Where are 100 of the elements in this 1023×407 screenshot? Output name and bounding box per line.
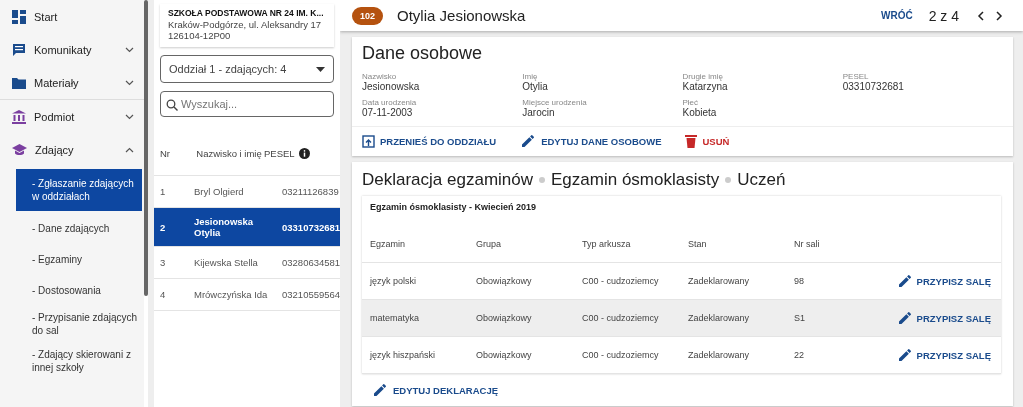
dropdown-caret-icon (316, 66, 325, 72)
nav-subitem[interactable]: - Dostosowania (16, 276, 142, 304)
count-badge: 102 (352, 6, 384, 25)
field-value: 07-11-2003 (362, 107, 414, 118)
nav-item[interactable]: Podmiot (0, 100, 144, 133)
table-cell: 03210559564 (282, 289, 341, 300)
table-cell-text: C00 - cudzoziemcy (582, 276, 660, 286)
section-subtitle: Egzamin ósmoklasisty - Kwiecień 2019 (369, 201, 538, 214)
table-cell-text: 2 (160, 221, 167, 233)
folder-icon (12, 76, 26, 89)
scrollbar[interactable] (144, 0, 148, 296)
table-cell-text: C00 - cudzoziemcy (582, 313, 660, 323)
graduation-cap-icon (12, 143, 27, 156)
nav-subitem[interactable]: - Dane zdających (16, 214, 142, 242)
column-header: Nr sali (794, 239, 821, 249)
back-link[interactable]: WRÓĆ (880, 10, 913, 21)
pencil-icon (372, 382, 388, 398)
table-cell-text: Zadeklarowany (688, 350, 751, 360)
column-header: Egzamin (370, 239, 406, 249)
nav-subitem[interactable]: - Zdający skierowani z innej szkoły (16, 344, 142, 378)
move-button[interactable]: PRZENIEŚ DO ODDZIAŁU (362, 131, 497, 151)
field-value: Otylia (522, 81, 549, 92)
column-header: Stan (688, 239, 708, 249)
breadcrumb-item: Deklaracja egzaminów (362, 170, 534, 190)
field-label: PESEL (842, 72, 870, 81)
table-cell-text: 1 (160, 186, 167, 197)
table-cell-text: Bryl Olgierd (194, 186, 245, 197)
bank-icon (12, 109, 26, 124)
nav-subitem[interactable]: - Zgłaszanie zdających w oddziałach (16, 169, 142, 211)
breadcrumb-item: Uczeń (737, 170, 786, 190)
pencil-icon (520, 133, 537, 149)
school-address: Kraków-Podgórze, ul. Aleksandry 17 (168, 19, 323, 30)
card-title: Dane osobowe (361, 42, 484, 65)
school-code: 126104-12P00 (168, 30, 232, 41)
student-row[interactable]: 2 Jesionowska Otylia 03310732681 (154, 207, 340, 246)
table-cell-text: Obowiązkowy (476, 313, 533, 323)
student-name: Otylia Jesionowska (397, 7, 527, 24)
field-value: Katarzyna (682, 81, 729, 92)
class-dropdown[interactable]: Oddział 1 - zdających: 4 (160, 55, 334, 83)
column-header: PESEL (264, 147, 295, 159)
nav-subitem[interactable]: - Egzaminy (16, 245, 142, 273)
table-cell-text: Jesionowska Otylia (194, 216, 255, 238)
column-header: Typ arkusza (582, 239, 632, 249)
table-cell: 03280634581 (282, 257, 341, 268)
chevron-right-icon (996, 10, 1003, 21)
table-cell-text: S1 (794, 313, 806, 323)
trash-icon (685, 134, 698, 148)
assign-room-button[interactable]: PRZYPISZ SALĘ (896, 273, 991, 289)
table-cell: 03211126839 (282, 186, 340, 197)
pager-text: 2 z 4 (928, 7, 959, 24)
separator-dot (725, 177, 732, 183)
student-row[interactable]: 4 Mrówczyńska Ida 03210559564 (154, 278, 340, 311)
search-field[interactable]: Wyszukaj... (160, 91, 334, 117)
delete-button[interactable]: USUŃ (685, 131, 730, 151)
breadcrumb-item: Egzamin ósmoklasisty (551, 170, 720, 190)
field-label: Nazwisko (362, 72, 398, 81)
table-cell-text: 22 (794, 350, 805, 360)
table-cell-text: język hiszpański (370, 350, 437, 360)
table-cell-text: matematyka (370, 313, 421, 323)
field-value: Kobieta (682, 107, 718, 118)
dashboard-icon (12, 9, 26, 24)
column-header: Nr (160, 147, 172, 159)
edit-button[interactable]: EDYTUJ DANE OSOBOWE (520, 131, 662, 151)
column-header: Nazwisko i imię (195, 147, 263, 159)
table-cell-text: 4 (160, 289, 167, 300)
message-icon (12, 42, 26, 57)
move-icon (362, 134, 375, 148)
table-cell-text: Obowiązkowy (476, 276, 533, 286)
table-cell-text: Zadeklarowany (688, 313, 751, 323)
table-cell-text: Kijewska Stella (194, 257, 259, 268)
table-cell-text: C00 - cudzoziemcy (582, 350, 660, 360)
table-cell: 03310732681 (282, 221, 341, 233)
nav-item[interactable]: Zdający (0, 133, 144, 166)
column-header: Grupa (476, 239, 502, 249)
nav-item[interactable]: Komunikaty (0, 33, 144, 66)
assign-room-button[interactable]: PRZYPISZ SALĘ (896, 347, 991, 363)
table-cell-text: Obowiązkowy (476, 350, 533, 360)
pencil-icon (896, 310, 913, 326)
info-icon[interactable] (298, 147, 310, 159)
field-label: Imię (522, 72, 539, 81)
table-cell-text: język polski (370, 276, 417, 286)
nav-item[interactable]: Start (0, 0, 144, 33)
school-name: SZKOŁA PODSTAWOWA NR 24 IM. K... (168, 8, 324, 18)
field-value: Jarocin (522, 107, 556, 118)
separator-dot (539, 177, 546, 183)
nav-item[interactable]: Materiały (0, 66, 144, 99)
field-label: Drugie imię (682, 72, 724, 81)
field-label: Miejsce urodzenia (522, 98, 588, 107)
table-cell-text: 3 (160, 257, 167, 268)
table-cell-text: 98 (794, 276, 805, 286)
table-cell-text: Zadeklarowany (688, 276, 751, 286)
assign-room-button[interactable]: PRZYPISZ SALĘ (896, 310, 991, 326)
field-value: 03310732681 (842, 81, 905, 92)
search-icon (166, 99, 178, 111)
pencil-icon (896, 273, 913, 289)
pencil-icon (896, 347, 913, 363)
edit-declaration-button[interactable]: EDYTUJ DEKLARACJĘ (372, 380, 499, 400)
chevron-left-icon (977, 10, 984, 21)
nav-subitem[interactable]: - Przypisanie zdających do sal (16, 307, 142, 341)
table-cell-text: Mrówczyńska Ida (194, 289, 269, 300)
